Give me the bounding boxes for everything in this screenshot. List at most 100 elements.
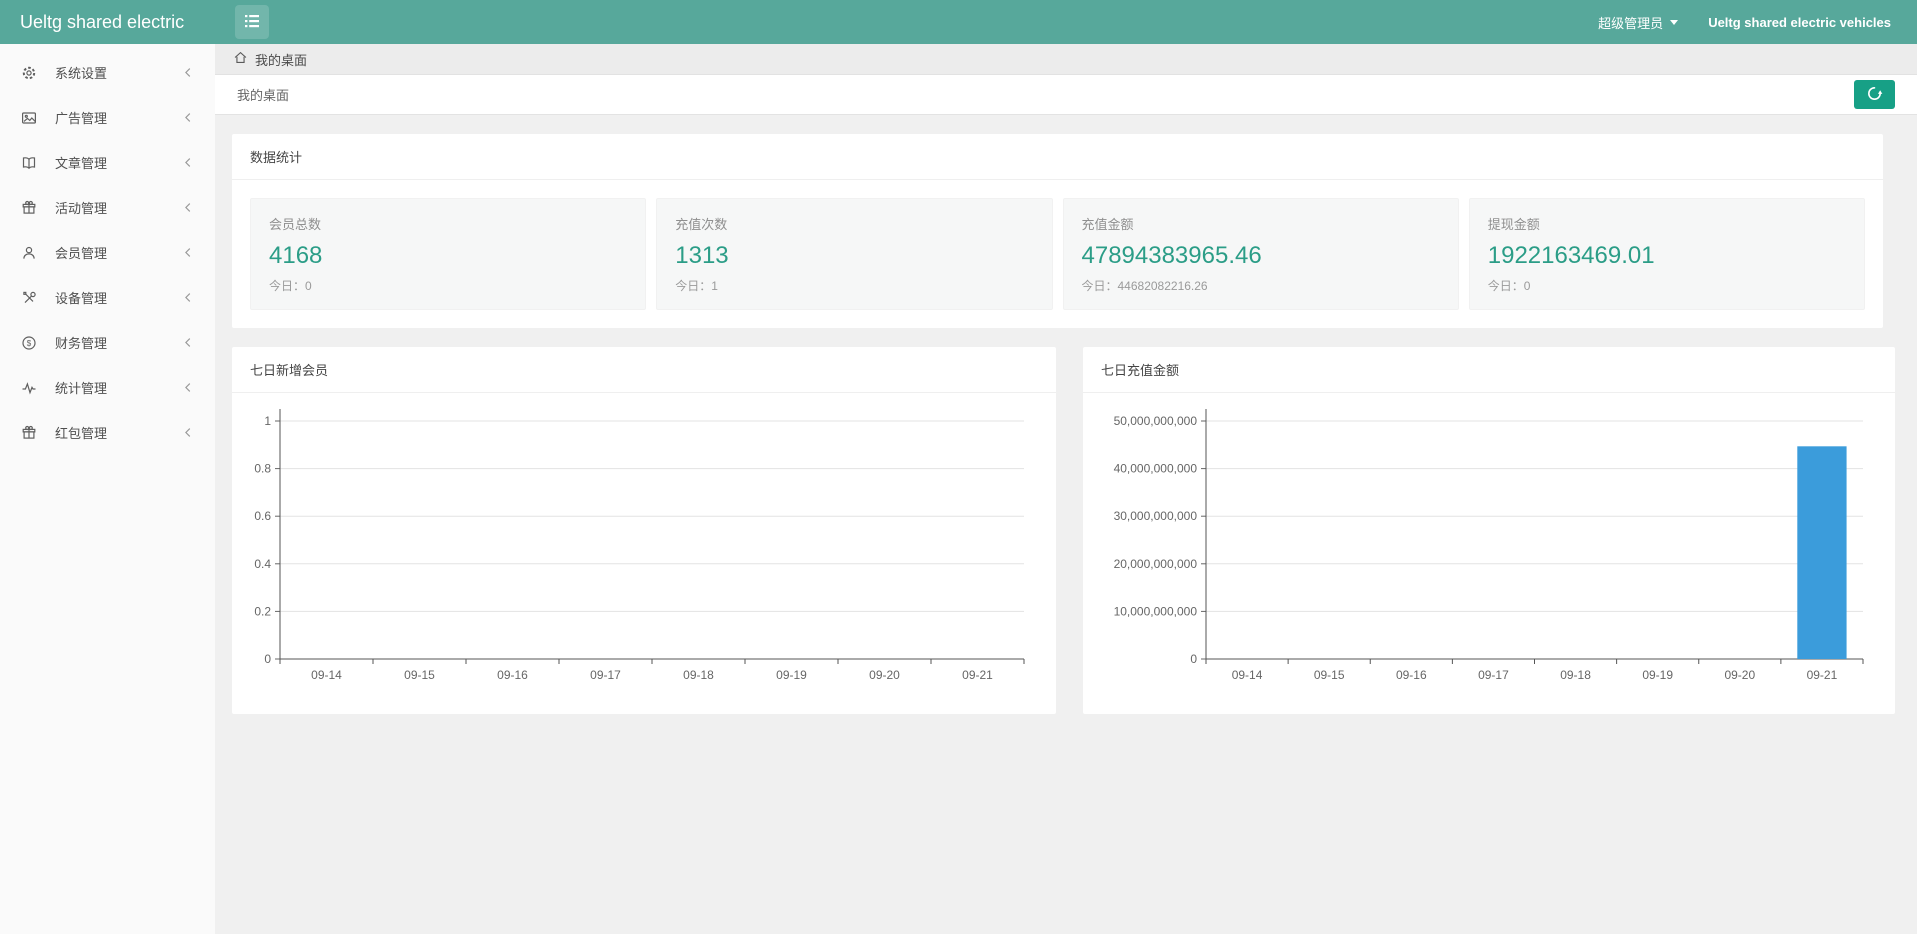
- chevron-left-icon: [182, 291, 195, 304]
- axis-tick-label: 50,000,000,000: [1114, 414, 1198, 428]
- stat-card-today: 今日：1: [675, 279, 718, 293]
- sidebar-item-settings[interactable]: 系统设置: [0, 50, 215, 95]
- sidebar-item-devices[interactable]: 设备管理: [0, 275, 215, 320]
- dollar-icon: $: [20, 335, 38, 351]
- stat-card-value: 1313: [675, 242, 729, 269]
- chevron-left-icon: [182, 336, 195, 349]
- axis-tick-label: 30,000,000,000: [1114, 509, 1198, 523]
- wrench-icon: [20, 290, 38, 306]
- axis-tick-label: 09-18: [683, 668, 714, 682]
- stat-card-value: 4168: [269, 242, 323, 269]
- stat-card: 会员总数 4168 今日：0: [250, 198, 647, 310]
- sidebar-item-statistics[interactable]: 统计管理: [0, 365, 215, 410]
- tab-bar: 我的桌面: [215, 75, 1917, 115]
- stat-card-today: 今日：44682082216.26: [1081, 279, 1208, 293]
- breadcrumb-label: 我的桌面: [255, 52, 308, 68]
- tab-my-desktop[interactable]: 我的桌面: [237, 85, 289, 104]
- sidebar-item-label: 活动管理: [55, 201, 108, 216]
- axis-tick-label: 09-16: [497, 668, 528, 682]
- hamburger-menu-button[interactable]: [235, 5, 269, 39]
- stat-card: 充值金额 47894383965.46 今日：44682082216.26: [1062, 198, 1459, 310]
- admin-role-label: 超级管理员: [1598, 15, 1664, 31]
- gear-icon: [20, 65, 38, 81]
- chart-panel-recharge-amount: 七日充值金额 50,000,000,000 40,000,000,000 30,00…: [1083, 347, 1895, 714]
- axis-tick-label: 0.4: [254, 557, 271, 571]
- stat-card: 提现金额 1922163469.01 今日：0: [1468, 198, 1865, 310]
- axis-tick-label: 09-21: [962, 668, 993, 682]
- admin-role-dropdown[interactable]: 超级管理员: [1598, 13, 1679, 32]
- gift-icon: [20, 200, 38, 216]
- axis-tick-label: 0.8: [254, 462, 271, 476]
- axis-tick-label: 10,000,000,000: [1114, 604, 1198, 618]
- axis-tick-label: 09-15: [404, 668, 435, 682]
- chevron-left-icon: [182, 426, 195, 439]
- axis-tick-label: 09-18: [1560, 668, 1591, 682]
- stat-card-value: 47894383965.46: [1081, 242, 1262, 269]
- chevron-left-icon: [182, 246, 195, 259]
- stat-card-today: 今日：0: [1487, 279, 1531, 293]
- chevron-left-icon: [182, 201, 195, 214]
- stat-card-today: 今日：0: [269, 279, 312, 293]
- axis-tick-label: 09-14: [1232, 668, 1263, 682]
- charts-row: 七日新增会员 1 0.8 0.6 0.4 0.2 0 09-14 09-15 09-16 09-1…: [232, 347, 1895, 714]
- chevron-left-icon: [182, 111, 195, 124]
- stat-card-label: 提现金额: [1487, 217, 1540, 232]
- sidebar-item-label: 统计管理: [55, 381, 108, 396]
- sidebar-item-members[interactable]: 会员管理: [0, 230, 215, 275]
- stat-card-label: 会员总数: [269, 217, 322, 232]
- chevron-left-icon: [182, 381, 195, 394]
- line-chart-canvas: 1 0.8 0.6 0.4 0.2 0 09-14 09-15 09-16 09-17 09-18 0…: [254, 409, 1025, 682]
- axis-tick-label: 1: [264, 414, 271, 428]
- sidebar-item-redpacket[interactable]: 红包管理: [0, 410, 215, 455]
- pulse-icon: [20, 380, 38, 396]
- sidebar-item-ads[interactable]: 广告管理: [0, 95, 215, 140]
- main-layout: 系统设置广告管理文章管理活动管理会员管理设备管理 $ 财务管理统计管理红包管理 我的…: [0, 44, 1917, 934]
- refresh-button[interactable]: [1854, 80, 1895, 109]
- site-name-link[interactable]: Ueltg shared electric vehicles: [1708, 15, 1891, 30]
- axis-tick-label: 09-17: [1478, 668, 1509, 682]
- user-icon: [20, 245, 38, 261]
- stat-card: 充值次数 1313 今日：1: [656, 198, 1053, 310]
- bar-chart-canvas: 50,000,000,000 40,000,000,000 30,000,000,0…: [1114, 409, 1864, 682]
- stat-card-value: 1922163469.01: [1487, 242, 1655, 269]
- axis-tick-label: 09-16: [1396, 668, 1427, 682]
- bar-chart-recharge-amount: 50,000,000,000 40,000,000,000 30,000,000,0…: [1083, 393, 1895, 704]
- chart-title: 七日充值金额: [1083, 347, 1895, 393]
- chevron-left-icon: [182, 156, 195, 169]
- axis-tick-label: 0: [264, 652, 271, 666]
- sidebar-item-label: 文章管理: [55, 156, 108, 171]
- main-area: 我的桌面 我的桌面 数据统计 会员总数 4168 今日：0 充值次数 1313 今日：1 充…: [215, 44, 1917, 934]
- page-content: 数据统计 会员总数 4168 今日：0 充值次数 1313 今日：1 充值金额 4789438…: [215, 115, 1917, 934]
- refresh-icon: [1866, 85, 1883, 105]
- axis-tick-label: 0.6: [254, 509, 271, 523]
- axis-tick-label: 09-19: [1642, 668, 1673, 682]
- axis-tick-label: 09-15: [1314, 668, 1345, 682]
- stats-section-title: 数据统计: [232, 134, 1883, 180]
- sidebar-item-activities[interactable]: 活动管理: [0, 185, 215, 230]
- top-header-bar: Ueltg shared electric 超级管理员 Ueltg shared…: [0, 0, 1917, 44]
- chart-title: 七日新增会员: [232, 347, 1056, 393]
- gift-icon: [20, 425, 38, 441]
- line-chart-new-members: 1 0.8 0.6 0.4 0.2 0 09-14 09-15 09-16 09-17 09-18 0…: [232, 393, 1056, 704]
- stat-card-label: 充值次数: [675, 217, 728, 232]
- sidebar-item-label: 设备管理: [55, 291, 108, 306]
- topbar-right-group: 超级管理员 Ueltg shared electric vehicles: [1598, 13, 1917, 32]
- chevron-left-icon: [182, 66, 195, 79]
- home-icon: [233, 50, 248, 68]
- stat-cards-row: 会员总数 4168 今日：0 充值次数 1313 今日：1 充值金额 47894383965.…: [232, 180, 1883, 310]
- image-icon: [20, 110, 38, 126]
- axis-tick-label: 09-20: [1724, 668, 1755, 682]
- axis-tick-label: 0.2: [254, 604, 271, 618]
- sidebar-item-label: 红包管理: [55, 426, 108, 441]
- axis-tick-label: 09-19: [776, 668, 807, 682]
- axis-tick-label: 20,000,000,000: [1114, 557, 1198, 571]
- sidebar-item-label: 财务管理: [55, 336, 108, 351]
- sidebar-item-articles[interactable]: 文章管理: [0, 140, 215, 185]
- axis-tick-label: 09-21: [1807, 668, 1838, 682]
- chart-panel-new-members: 七日新增会员 1 0.8 0.6 0.4 0.2 0 09-14 09-15 09-16 09-1…: [232, 347, 1056, 714]
- sidebar-item-label: 广告管理: [55, 111, 108, 126]
- sidebar-menu: 系统设置广告管理文章管理活动管理会员管理设备管理 $ 财务管理统计管理红包管理: [0, 50, 215, 455]
- sidebar-item-label: 系统设置: [55, 66, 108, 81]
- sidebar-item-label: 会员管理: [55, 246, 108, 261]
- sidebar-item-finance[interactable]: $ 财务管理: [0, 320, 215, 365]
